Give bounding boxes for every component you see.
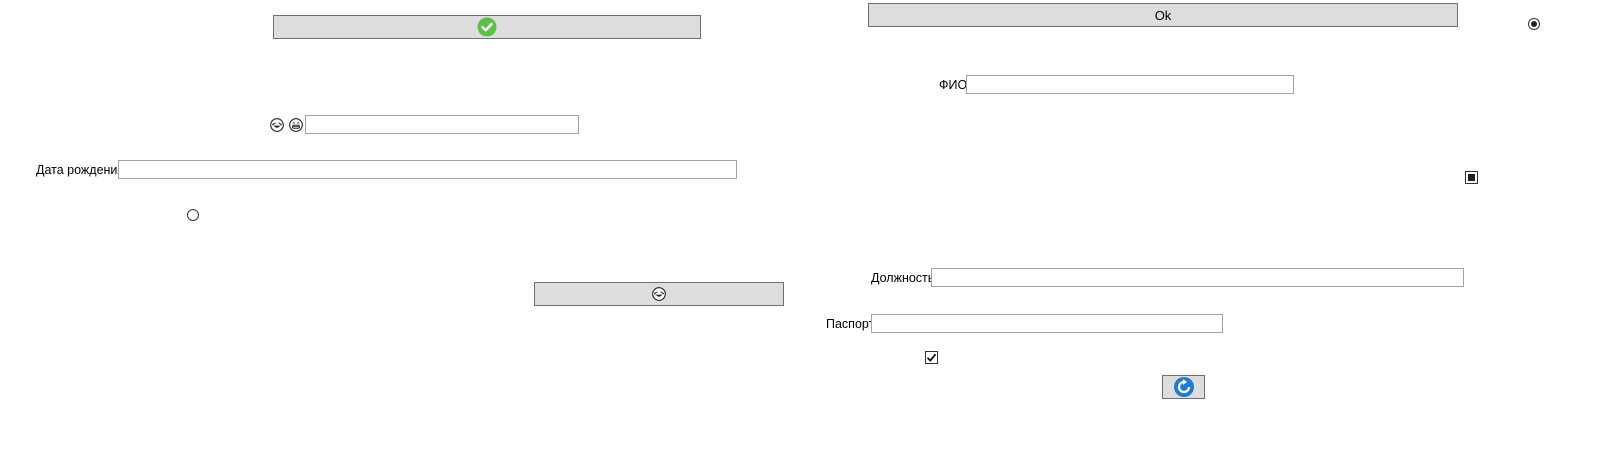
laughing-face-icon	[270, 118, 284, 132]
checked-checkbox[interactable]	[925, 351, 938, 364]
emoji-button[interactable]	[534, 282, 784, 306]
passport-label: Паспорт	[826, 317, 875, 331]
birth-date-field[interactable]	[118, 160, 737, 179]
check-circle-icon	[477, 17, 497, 37]
birth-date-label: Дата рождения	[36, 163, 125, 177]
indeterminate-checkbox[interactable]	[1465, 171, 1478, 184]
position-field[interactable]	[931, 268, 1464, 287]
passport-field[interactable]	[871, 314, 1223, 333]
fio-field[interactable]	[966, 75, 1294, 94]
position-label: Должность	[871, 271, 935, 285]
refresh-button[interactable]	[1162, 375, 1205, 399]
checked-radio-button[interactable]	[1528, 18, 1540, 30]
laughing-face-icon	[652, 287, 666, 301]
checkmark-icon	[926, 353, 937, 362]
emoji-field[interactable]	[305, 115, 579, 134]
confirm-button[interactable]	[273, 15, 701, 39]
ok-button-label: Ok	[1154, 7, 1172, 23]
unchecked-radio-button[interactable]	[187, 209, 199, 221]
fio-label: ФИО	[939, 78, 968, 92]
grinning-face-icon	[289, 118, 303, 132]
ok-button[interactable]: Ok	[868, 3, 1458, 27]
indeterminate-mark	[1468, 174, 1475, 181]
refresh-arrow-icon	[1173, 377, 1194, 397]
